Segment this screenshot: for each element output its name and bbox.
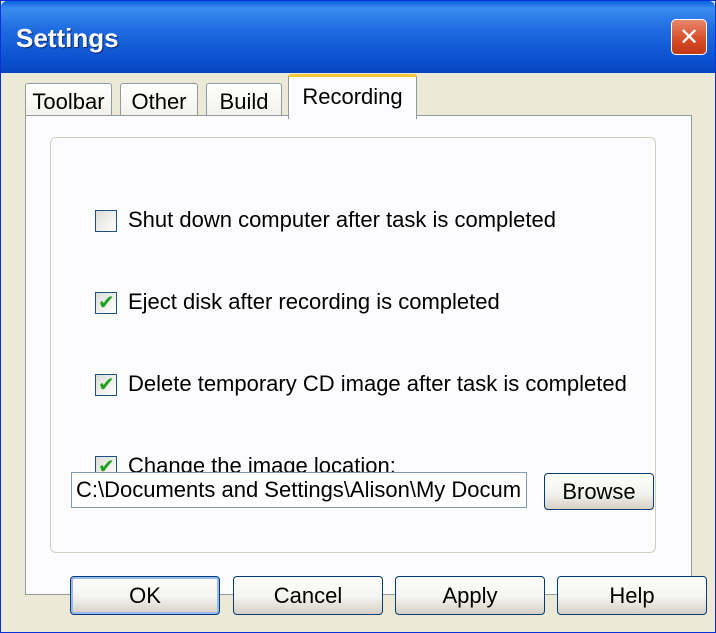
apply-button[interactable]: Apply [395, 576, 545, 615]
tab-label: Toolbar [32, 89, 105, 114]
eject-disk-label: Eject disk after recording is completed [128, 289, 500, 314]
cancel-button-label: Cancel [273, 582, 343, 608]
tab-label: Build [219, 89, 269, 114]
browse-button[interactable]: Browse [544, 473, 654, 510]
tab-label: Recording [302, 84, 403, 109]
shutdown-label: Shut down computer after task is complet… [128, 207, 556, 232]
title-bar[interactable]: Settings ✕ [1, 1, 715, 73]
browse-button-label: Browse [562, 478, 636, 504]
window-title: Settings [16, 23, 119, 53]
tab-recording[interactable]: Recording [288, 74, 417, 119]
checkmark-icon: ✔ [98, 292, 115, 314]
delete-temp-image-label: Delete temporary CD image after task is … [128, 371, 627, 396]
shutdown-checkbox[interactable] [95, 210, 117, 232]
tab-toolbar[interactable]: Toolbar [25, 83, 112, 119]
eject-disk-checkbox[interactable]: ✔ [95, 292, 117, 314]
tab-other[interactable]: Other [120, 83, 198, 119]
tab-build[interactable]: Build [206, 83, 282, 119]
delete-temp-image-checkbox[interactable]: ✔ [95, 374, 117, 396]
close-button[interactable]: ✕ [671, 19, 707, 55]
settings-dialog: Settings ✕ Toolbar Other Build Recording… [0, 0, 716, 633]
recording-tab-panel: Shut down computer after task is complet… [25, 115, 692, 595]
close-icon: ✕ [678, 24, 700, 51]
help-button-label: Help [609, 582, 655, 608]
cancel-button[interactable]: Cancel [233, 576, 383, 615]
image-location-input[interactable] [71, 472, 527, 508]
ok-button[interactable]: OK [70, 576, 220, 615]
dialog-client-area: Toolbar Other Build Recording Shut down … [1, 73, 715, 632]
ok-button-label: OK [129, 582, 161, 608]
checkmark-icon: ✔ [98, 374, 115, 396]
apply-button-label: Apply [442, 582, 498, 608]
tab-label: Other [131, 89, 187, 114]
help-button[interactable]: Help [557, 576, 707, 615]
